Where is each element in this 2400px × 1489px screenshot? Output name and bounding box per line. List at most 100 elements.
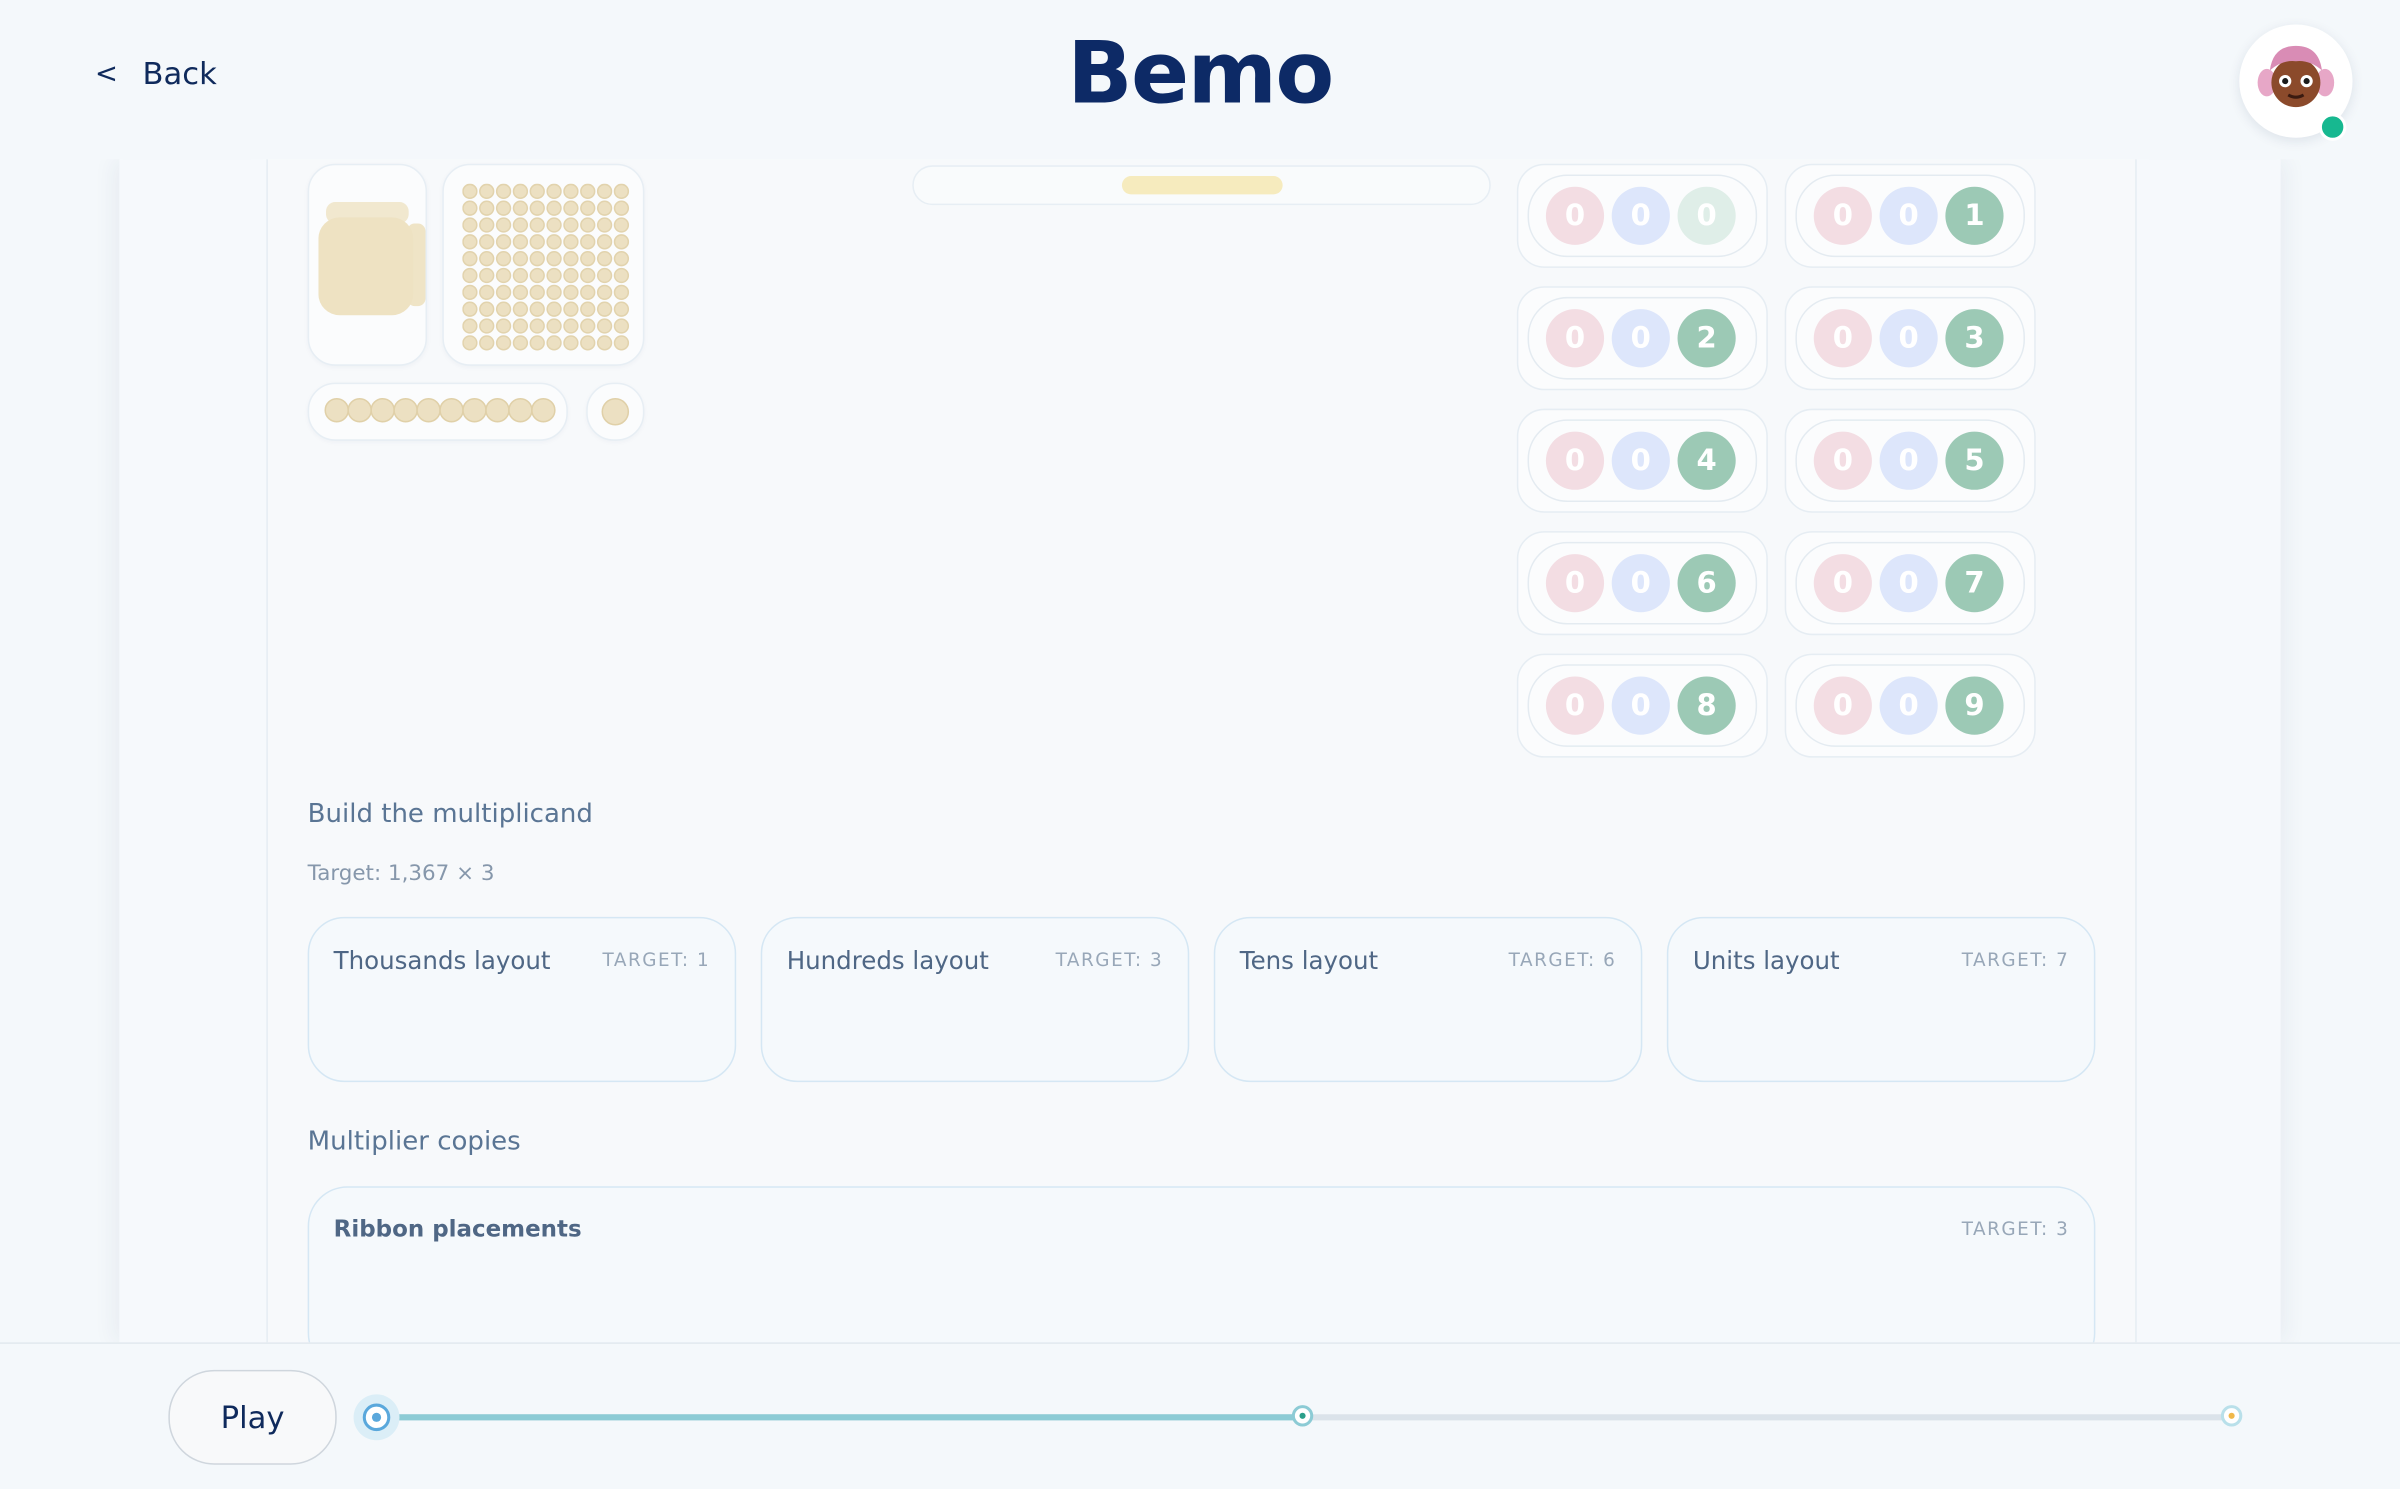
ribbon-target: TARGET: 3: [1961, 1218, 2070, 1240]
bead: [512, 217, 529, 233]
bead: [596, 284, 613, 300]
layout-target: TARGET: 7: [1961, 948, 2070, 971]
ribbon-label: Ribbon placements: [333, 1215, 582, 1243]
number-card[interactable]: 000: [1516, 163, 1768, 268]
tens-layout-dropzone[interactable]: Tens layout TARGET: 6: [1213, 916, 1643, 1083]
bead: [613, 251, 630, 267]
units-digit: 1: [1945, 186, 2004, 245]
bead: [613, 200, 630, 216]
bead: [531, 397, 556, 423]
bead: [546, 318, 562, 334]
bead: [596, 217, 613, 233]
thousand-cube-tile[interactable]: [307, 163, 428, 366]
hundred-square-tile[interactable]: [442, 163, 645, 366]
timeline-end-marker[interactable]: [2220, 1405, 2243, 1427]
right-side-panel: [2133, 159, 2281, 1343]
number-card[interactable]: 004: [1516, 408, 1768, 513]
bead: [613, 234, 630, 250]
bead: [495, 284, 512, 300]
bead: [479, 284, 495, 300]
number-card[interactable]: 001: [1784, 163, 2036, 268]
hundreds-digit: 0: [1813, 431, 1872, 490]
avatar[interactable]: [2239, 24, 2353, 141]
bead: [613, 301, 630, 317]
hundreds-digit: 0: [1545, 186, 1605, 245]
bead: [370, 397, 395, 423]
bead: [512, 251, 529, 267]
unit-bead-icon: [601, 397, 630, 426]
bead: [479, 301, 495, 317]
bead: [479, 251, 495, 267]
bead: [596, 200, 613, 216]
bead: [512, 234, 529, 250]
number-card[interactable]: 007: [1784, 531, 2036, 636]
tens-digit: 0: [1611, 186, 1670, 245]
bead: [563, 234, 579, 250]
hundreds-digit: 0: [1813, 676, 1872, 735]
unit-bead-tile[interactable]: [586, 382, 645, 441]
number-card-inner: 004: [1527, 419, 1758, 503]
units-digit: 7: [1945, 554, 2004, 613]
bead: [596, 234, 613, 250]
bead: [479, 183, 495, 199]
number-card-inner: 001: [1795, 174, 2025, 258]
hundreds-digit: 0: [1813, 186, 1872, 245]
number-card[interactable]: 003: [1784, 286, 2036, 391]
hundreds-layout-dropzone[interactable]: Hundreds layout TARGET: 3: [760, 916, 1190, 1083]
bead: [479, 200, 495, 216]
number-card-inner: 008: [1527, 664, 1758, 747]
bead: [462, 217, 478, 233]
play-button[interactable]: Play: [168, 1369, 337, 1465]
bead: [462, 183, 478, 199]
number-card[interactable]: 005: [1784, 408, 2036, 513]
units-digit: 6: [1677, 554, 1736, 613]
number-card-inner: 002: [1527, 296, 1758, 380]
bead: [495, 217, 512, 233]
bead: [479, 217, 495, 233]
bead: [596, 183, 613, 199]
bead: [529, 301, 545, 317]
cube-icon: [318, 202, 426, 316]
number-card[interactable]: 008: [1516, 653, 1768, 758]
bead: [495, 183, 512, 199]
bead: [512, 200, 529, 216]
bead: [580, 234, 596, 250]
bead: [546, 200, 562, 216]
bead: [462, 284, 478, 300]
number-card[interactable]: 006: [1516, 531, 1768, 636]
bead: [546, 335, 562, 351]
number-card[interactable]: 002: [1516, 286, 1768, 391]
page-title: Bemo: [1067, 24, 1334, 124]
layout-target: TARGET: 1: [602, 948, 711, 971]
tens-digit: 0: [1879, 676, 1938, 735]
bead: [439, 397, 464, 423]
timeline-start-marker[interactable]: [353, 1394, 400, 1441]
bead: [596, 301, 613, 317]
bead: [495, 200, 512, 216]
bead: [512, 284, 529, 300]
bead: [546, 267, 562, 284]
bead: [495, 318, 512, 334]
number-card[interactable]: 009: [1784, 653, 2036, 758]
number-card-inner: 005: [1795, 419, 2025, 503]
tens-digit: 0: [1611, 554, 1670, 613]
bead: [529, 335, 545, 351]
layout-target: TARGET: 6: [1508, 948, 1617, 971]
units-digit: 2: [1677, 309, 1736, 368]
bead: [529, 183, 545, 199]
workspace-panel: 000001002003004005006007008009 Build the…: [266, 159, 2137, 1373]
thousands-layout-dropzone[interactable]: Thousands layout TARGET: 1: [307, 916, 737, 1083]
bead: [529, 217, 545, 233]
ten-bar-tile[interactable]: [307, 382, 568, 441]
bead: [512, 183, 529, 199]
bead: [495, 267, 512, 284]
bead: [613, 183, 630, 199]
units-digit: 3: [1945, 309, 2004, 368]
tens-digit: 0: [1611, 431, 1670, 490]
bead: [462, 234, 478, 250]
units-layout-dropzone[interactable]: Units layout TARGET: 7: [1666, 916, 2096, 1083]
number-card-inner: 009: [1795, 664, 2025, 747]
bead: [613, 318, 630, 334]
timeline-mid-marker[interactable]: [1291, 1405, 1314, 1427]
layout-target: TARGET: 3: [1055, 948, 1164, 971]
